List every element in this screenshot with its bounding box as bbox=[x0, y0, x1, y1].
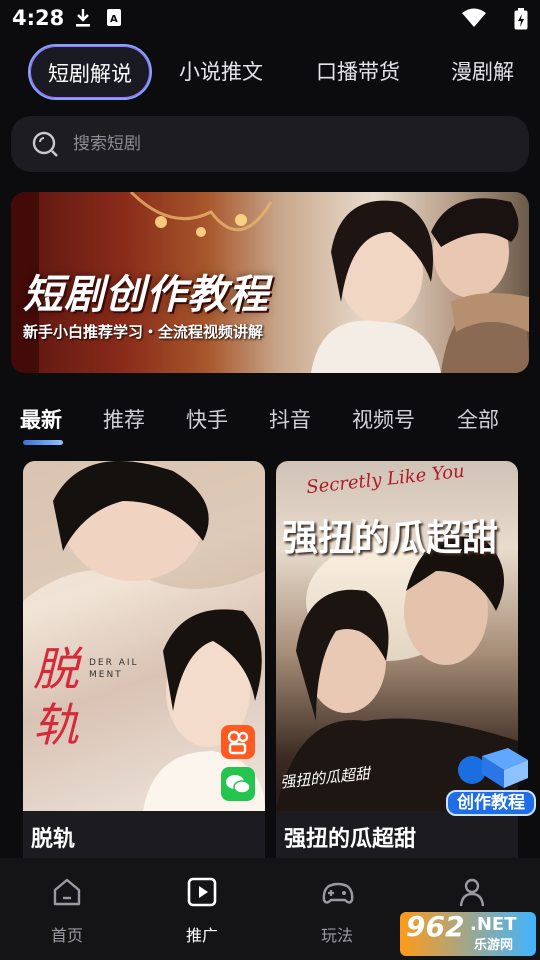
drama-title: 强扭的瓜超甜 bbox=[284, 827, 417, 852]
nav-home-label: 首页 bbox=[50, 926, 83, 945]
gamepad-icon bbox=[321, 876, 355, 912]
create-tutorial-label: 创作教程 bbox=[446, 790, 536, 816]
wifi-icon bbox=[462, 8, 486, 32]
drama-card[interactable]: 脱轨 DER AIL MENT 脱轨 bbox=[23, 461, 265, 881]
tutorial-banner[interactable]: 短剧创作教程 新手小白推荐学习・全流程视频讲解 bbox=[11, 192, 529, 373]
create-tutorial-button[interactable]: 创作教程 bbox=[446, 736, 536, 816]
drama-card[interactable]: Secretly Like You 强扭的瓜超甜 强扭的瓜超甜 强扭的瓜超甜 bbox=[276, 461, 518, 881]
tab-recommended[interactable]: 推荐 bbox=[103, 404, 145, 434]
banner-title: 短剧创作教程 bbox=[23, 271, 269, 318]
tab-channels[interactable]: 视频号 bbox=[352, 404, 415, 434]
nav-gameplay[interactable]: 玩法 bbox=[287, 858, 387, 958]
tab-all[interactable]: 全部 bbox=[457, 404, 499, 434]
nav-promote-label: 推广 bbox=[185, 926, 218, 945]
status-time: 4:28 bbox=[12, 6, 65, 30]
category-tabs: 短剧解说 小说推文 口播带货 漫剧解 bbox=[0, 44, 540, 102]
watermark-number: 962 bbox=[406, 910, 465, 943]
site-watermark: 962 .NET 乐游网 bbox=[400, 910, 536, 956]
tab-live-sales[interactable]: 口播带货 bbox=[316, 44, 400, 100]
tab-kuaishou[interactable]: 快手 bbox=[186, 404, 228, 434]
nav-home[interactable]: 首页 bbox=[17, 858, 117, 958]
platform-tabs: 最新 推荐 快手 抖音 视频号 全部 bbox=[0, 398, 540, 448]
nav-promote[interactable]: 推广 bbox=[152, 858, 252, 958]
status-bar: 4:28 A bbox=[0, 0, 540, 36]
kuaishou-icon bbox=[221, 725, 255, 759]
book-icon bbox=[458, 748, 528, 788]
poster-tagline: DER AIL MENT bbox=[89, 658, 139, 680]
tab-comic-drama[interactable]: 漫剧解 bbox=[451, 44, 514, 100]
profile-icon bbox=[456, 876, 488, 912]
tab-novel-promotion[interactable]: 小说推文 bbox=[179, 44, 263, 100]
nav-gameplay-label: 玩法 bbox=[320, 926, 353, 945]
tab-douyin[interactable]: 抖音 bbox=[269, 404, 311, 434]
tab-latest[interactable]: 最新 bbox=[20, 404, 62, 434]
search-bar[interactable] bbox=[11, 116, 529, 172]
a-badge-icon: A bbox=[106, 8, 122, 32]
watermark-subtitle: 乐游网 bbox=[474, 938, 514, 953]
banner-subtitle: 新手小白推荐学习・全流程视频讲解 bbox=[23, 323, 264, 341]
active-tab-indicator bbox=[23, 440, 63, 445]
drama-title: 脱轨 bbox=[31, 827, 76, 852]
svg-text:A: A bbox=[110, 14, 118, 25]
poster-title: 强扭的瓜超甜 bbox=[282, 517, 499, 559]
battery-icon bbox=[514, 8, 528, 34]
search-icon bbox=[31, 130, 59, 162]
tab-short-drama-commentary[interactable]: 短剧解说 bbox=[28, 44, 152, 100]
search-input[interactable] bbox=[73, 116, 493, 172]
watermark-suffix: .NET bbox=[470, 914, 517, 935]
poster-title: 脱轨 bbox=[33, 642, 79, 752]
drama-poster: 脱轨 DER AIL MENT bbox=[23, 461, 265, 811]
wechat-icon bbox=[221, 767, 255, 801]
home-icon bbox=[51, 876, 83, 912]
play-square-icon bbox=[186, 876, 218, 912]
download-icon bbox=[74, 8, 92, 32]
